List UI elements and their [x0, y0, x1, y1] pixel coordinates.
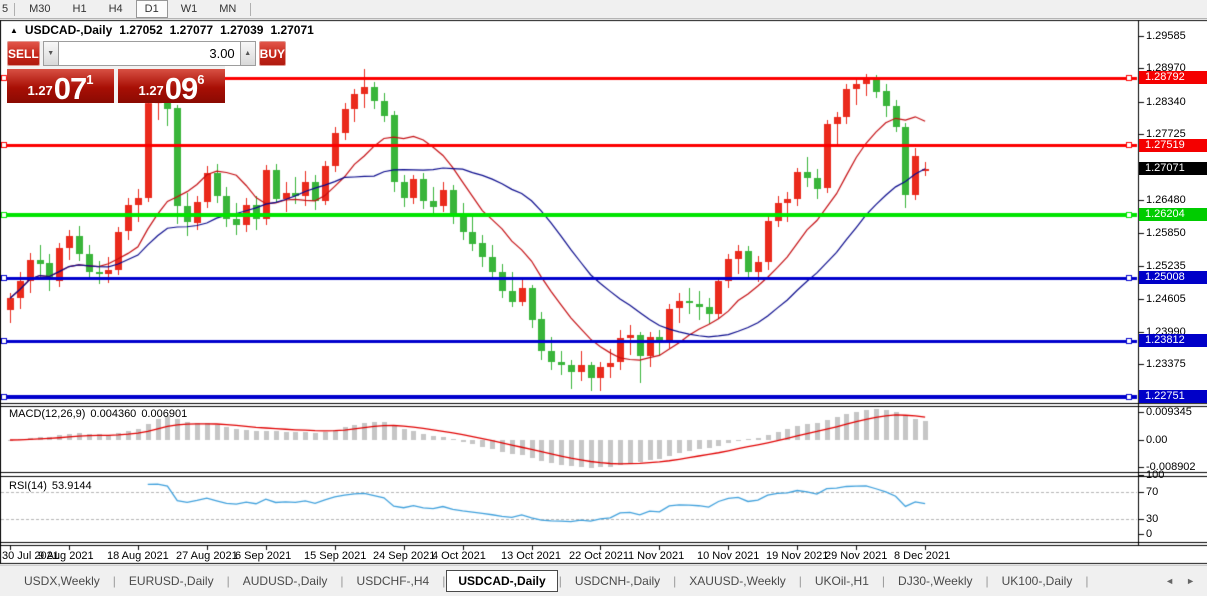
price-tag-1-25008: 1.25008: [1139, 271, 1207, 285]
rsi-value: 53.9144: [51, 480, 92, 492]
date-axis-label: 29 Nov 2021: [825, 550, 888, 562]
ohlc-close: 1.27071: [270, 23, 314, 37]
timeframe-m30[interactable]: M30: [20, 0, 59, 18]
date-axis-label: 1 Nov 2021: [628, 550, 685, 562]
price-tag-1-27071: 1.27071: [1139, 162, 1207, 176]
tab-usdcnh-daily[interactable]: USDCNH-,Daily: [563, 570, 672, 592]
tab-scroll-right-icon[interactable]: ►: [1186, 576, 1195, 586]
date-axis-label: 24 Sep 2021: [373, 550, 436, 562]
one-click-trading-panel: SELL ▼ ▲ BUY 1.27 07 1 1.27 09 6: [7, 41, 287, 106]
sell-price-sup: 1: [86, 72, 94, 87]
price-axis-label: 1.26480: [1146, 193, 1186, 206]
rsi-axis-label: 0: [1146, 528, 1153, 540]
date-axis-label: 13 Oct 2021: [501, 550, 561, 562]
macd-axis-label: 0.009345: [1146, 405, 1192, 418]
tab-usdx-weekly[interactable]: USDX,Weekly: [12, 570, 112, 592]
chart-tab-list: USDX,Weekly | EURUSD-,Daily | AUDUSD-,Daily |…: [12, 570, 1089, 592]
price-tag-1-26204: 1.26204: [1139, 208, 1207, 222]
price-axis-label: 1.23375: [1146, 357, 1186, 370]
toolbar-separator: [250, 2, 252, 16]
collapse-panel-icon[interactable]: ▲: [10, 26, 18, 35]
volume-decrease-icon[interactable]: ▼: [42, 41, 59, 66]
date-axis-label: 18 Aug 2021: [107, 550, 169, 562]
timeframe-button-list: M30 H1 H4 D1 W1 MN: [18, 0, 247, 18]
buy-price-sup: 6: [197, 72, 205, 87]
macd-main-value: 0.004360: [90, 408, 137, 420]
buy-price-box[interactable]: 1.27 09 6: [118, 69, 225, 106]
rsi-axis-label: 30: [1146, 513, 1159, 525]
date-axis-label: 9 Aug 2021: [38, 550, 94, 562]
macd-axis-label: 0.00: [1146, 434, 1168, 446]
date-axis-label: 8 Dec 2021: [894, 550, 951, 562]
buy-price-big: 09: [164, 71, 198, 106]
volume-increase-icon[interactable]: ▲: [239, 41, 256, 66]
chart-tab-bar: USDX,Weekly | EURUSD-,Daily | AUDUSD-,Daily |…: [0, 565, 1207, 596]
date-axis-label: 4 Oct 2021: [432, 550, 486, 562]
price-axis-label: 1.25235: [1146, 259, 1186, 272]
price-axis-label: 1.24605: [1146, 293, 1186, 306]
timeframe-toolbar: 5 M30 H1 H4 D1 W1 MN: [0, 0, 1207, 19]
tab-eurusd-daily[interactable]: EURUSD-,Daily: [117, 570, 226, 592]
date-axis-label: 10 Nov 2021: [697, 550, 760, 562]
date-axis-label: 15 Sep 2021: [304, 550, 367, 562]
timeframe-h4[interactable]: H4: [100, 0, 132, 18]
sell-price-box[interactable]: 1.27 07 1: [7, 69, 114, 106]
price-axis-label: 1.28340: [1146, 95, 1186, 108]
date-axis-label: 19 Nov 2021: [766, 550, 829, 562]
sell-price-big: 07: [53, 71, 87, 106]
ohlc-low: 1.27039: [220, 23, 264, 37]
timeframe-h1[interactable]: H1: [64, 0, 96, 18]
macd-signal-value: 0.006901: [141, 408, 188, 420]
macd-name: MACD(12,26,9): [9, 408, 86, 420]
sell-button[interactable]: SELL: [7, 41, 40, 66]
volume-input[interactable]: [58, 41, 240, 66]
macd-indicator-label: MACD(12,26,9) 0.004360 0.006901: [9, 408, 187, 420]
volume-stepper: ▼ ▲: [42, 41, 256, 66]
tab-ukoil-h1[interactable]: UKOil-,H1: [803, 570, 881, 592]
chart-symbol-title: USDCAD-,Daily: [24, 23, 113, 37]
rsi-axis-label: 70: [1146, 486, 1159, 498]
tab-scroll-arrows: ◄ ►: [1165, 576, 1195, 586]
timeframe-w1[interactable]: W1: [172, 0, 207, 18]
buy-price-prefix: 1.27: [138, 83, 164, 98]
tab-audusd-daily[interactable]: AUDUSD-,Daily: [231, 570, 340, 592]
price-tag-1-28792: 1.28792: [1139, 71, 1207, 85]
buy-button[interactable]: BUY: [258, 41, 287, 66]
rsi-axis-label: 100: [1146, 469, 1165, 481]
tab-xauusd-weekly[interactable]: XAUUSD-,Weekly: [677, 570, 797, 592]
price-tag-1-23812: 1.23812: [1139, 334, 1207, 348]
timeframe-d1[interactable]: D1: [135, 0, 168, 18]
tab-usdchf-h4[interactable]: USDCHF-,H4: [345, 570, 442, 592]
timeframe-m5-partial[interactable]: 5: [0, 3, 11, 15]
tab-dj30-weekly[interactable]: DJ30-,Weekly: [886, 570, 984, 592]
price-tag-1-22751: 1.22751: [1139, 390, 1207, 404]
sell-price-prefix: 1.27: [27, 83, 53, 98]
tab-uk100-daily[interactable]: UK100-,Daily: [990, 570, 1085, 592]
ohlc-open: 1.27052: [119, 23, 163, 37]
toolbar-separator: [14, 2, 16, 16]
timeframe-mn[interactable]: MN: [210, 0, 245, 18]
trading-terminal: 5 M30 H1 H4 D1 W1 MN ▲ USDCAD-,Daily 1.27052 …: [0, 0, 1207, 596]
tab-separator: |: [1085, 574, 1089, 588]
rsi-indicator-label: RSI(14) 53.9144: [9, 480, 92, 492]
tab-usdcad-daily[interactable]: USDCAD-,Daily: [446, 570, 558, 592]
price-axis-label: 1.25850: [1146, 227, 1186, 240]
date-axis-label: 27 Aug 2021: [176, 550, 238, 562]
chart-header: ▲ USDCAD-,Daily 1.27052 1.27077 1.27039 …: [10, 23, 314, 37]
date-axis-label: 22 Oct 2021: [569, 550, 629, 562]
price-axis-label: 1.29585: [1146, 30, 1186, 42]
ohlc-high: 1.27077: [169, 23, 214, 37]
date-axis-label: 6 Sep 2021: [235, 550, 292, 562]
price-tag-1-27519: 1.27519: [1139, 138, 1207, 152]
tab-scroll-left-icon[interactable]: ◄: [1165, 576, 1174, 586]
rsi-name: RSI(14): [9, 480, 47, 492]
